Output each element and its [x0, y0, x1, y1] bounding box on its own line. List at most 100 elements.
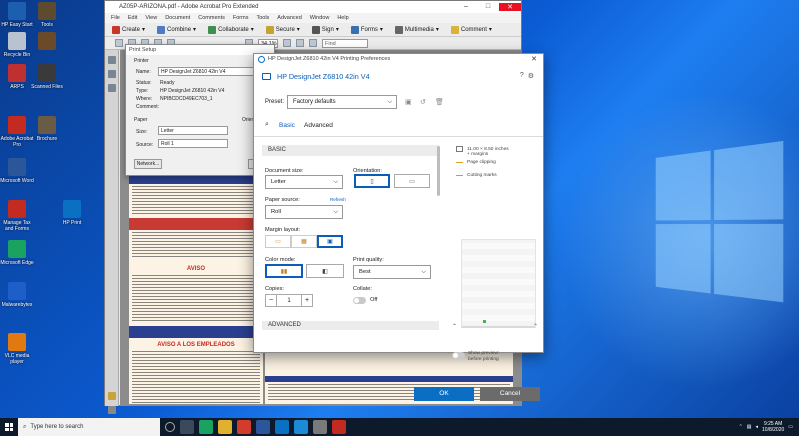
find-input[interactable]: Find — [322, 38, 368, 48]
paper-size-select[interactable]: Letter — [158, 126, 228, 135]
settings-icon[interactable] — [313, 420, 327, 434]
network-button[interactable]: Network... — [134, 159, 162, 169]
menu-help[interactable]: Help — [337, 15, 348, 21]
grayscale-option[interactable]: ◧ — [306, 264, 344, 278]
collaborate-button[interactable]: Collaborate ▾ — [205, 25, 257, 35]
copies-input[interactable]: 1 — [277, 294, 301, 307]
mail-icon[interactable] — [275, 420, 289, 434]
desktop-icon[interactable]: Scanned Files — [30, 64, 64, 90]
multimedia-button[interactable]: Multimedia ▾ — [392, 25, 442, 35]
desktop-icon[interactable]: Recycle Bin — [0, 32, 34, 58]
pages-icon[interactable] — [107, 56, 116, 64]
preset-select[interactable]: Factory defaults ⌵ — [287, 95, 397, 109]
desktop-icon[interactable]: Tools — [30, 2, 64, 28]
acrobat-taskbar-icon[interactable] — [332, 420, 346, 434]
margin-option-oversize[interactable]: ▣ — [317, 235, 343, 248]
combine-button[interactable]: Combine ▾ — [154, 25, 199, 35]
sign-button[interactable]: Sign ▾ — [309, 25, 342, 35]
notifications-icon[interactable]: ▭ — [788, 424, 793, 430]
print-icon[interactable] — [115, 39, 123, 47]
save-preset-icon[interactable]: ▣ — [405, 98, 412, 106]
word-icon[interactable] — [256, 420, 270, 434]
desktop-icon[interactable]: Malwarebytes — [0, 282, 34, 308]
close-icon[interactable]: ✕ — [499, 3, 521, 11]
portrait-option[interactable]: ▯ — [354, 174, 390, 188]
desktop-icon[interactable]: Manage Tax and Forms — [0, 200, 34, 232]
create-button[interactable]: Create ▾ — [109, 25, 148, 35]
desktop-icon[interactable]: VLC media player — [0, 333, 34, 365]
zoom-in-icon[interactable] — [283, 39, 291, 47]
chevron-up-icon[interactable]: ⌃ — [452, 323, 457, 330]
refresh-link[interactable]: Refresh — [330, 197, 346, 202]
desktop-icon-label: Scanned Files — [31, 84, 63, 90]
signatures-icon[interactable] — [107, 84, 116, 92]
menu-window[interactable]: Window — [310, 15, 330, 21]
network-icon[interactable]: ▤ — [747, 424, 752, 430]
desktop-icon[interactable]: Brochure — [30, 116, 64, 142]
scrollbar[interactable] — [437, 146, 440, 196]
fit-page-icon[interactable] — [296, 39, 304, 47]
chevron-up-icon[interactable]: ⌃ — [533, 323, 538, 330]
task-view-icon[interactable] — [180, 420, 194, 434]
desktop-icon[interactable]: Adobe Acrobat Pro — [0, 116, 34, 148]
desktop-icon[interactable] — [30, 32, 64, 52]
file-explorer-icon[interactable] — [218, 420, 232, 434]
volume-icon[interactable]: ◂ — [756, 424, 759, 430]
collate-toggle[interactable] — [353, 297, 366, 304]
ok-button[interactable]: OK — [414, 387, 474, 401]
printer-name-select[interactable]: HP DesignJet Z6810 42in V4 — [158, 67, 254, 76]
reset-icon[interactable]: ↺ — [420, 98, 426, 106]
desktop-icon[interactable]: ARPS — [0, 64, 34, 90]
paper-source-select[interactable]: Roll ⌵ — [265, 205, 343, 219]
margin-option-standard[interactable]: ▭ — [265, 235, 291, 248]
section-basic-header[interactable]: BASIC — [262, 145, 439, 156]
section-advanced-header[interactable]: ADVANCED — [262, 321, 439, 330]
menu-tools[interactable]: Tools — [256, 15, 269, 21]
minimize-icon[interactable]: – — [455, 3, 477, 11]
menu-comments[interactable]: Comments — [198, 15, 225, 21]
forms-button[interactable]: Forms ▾ — [348, 25, 386, 35]
cortana-icon[interactable] — [165, 422, 175, 432]
menu-file[interactable]: File — [111, 15, 120, 21]
menu-document[interactable]: Document — [165, 15, 190, 21]
tab-advanced[interactable]: Advanced — [304, 122, 333, 129]
landscape-option[interactable]: ▭ — [394, 174, 430, 188]
bookmarks-icon[interactable] — [107, 70, 116, 78]
desktop-icon[interactable]: HP Easy Start — [0, 2, 34, 28]
help-icon[interactable]: ? — [520, 72, 524, 80]
search-icon[interactable]: ⌕ — [265, 121, 269, 129]
desktop-icon[interactable]: Microsoft Edge — [0, 240, 34, 266]
document-size-select[interactable]: Letter ⌵ — [265, 175, 343, 189]
chrome-icon[interactable] — [237, 420, 251, 434]
chevron-up-icon[interactable]: ⌃ — [739, 424, 743, 430]
start-button[interactable] — [0, 418, 18, 436]
secure-button[interactable]: Secure ▾ — [263, 25, 303, 35]
decrement-button[interactable]: − — [265, 294, 277, 307]
menu-forms[interactable]: Forms — [233, 15, 249, 21]
attachments-icon[interactable] — [107, 406, 116, 414]
fit-width-icon[interactable] — [309, 39, 317, 47]
taskbar-search[interactable]: ⌕ Type here to search — [18, 418, 160, 436]
desktop-icon[interactable]: HP Print — [55, 200, 89, 226]
menu-edit[interactable]: Edit — [128, 15, 137, 21]
cancel-button[interactable]: Cancel — [480, 387, 540, 401]
gear-icon[interactable]: ⚙ — [528, 72, 534, 80]
tab-basic[interactable]: Basic — [279, 122, 295, 129]
print-quality-select[interactable]: Best ⌵ — [353, 265, 431, 279]
color-option[interactable]: ▮▮ — [265, 264, 303, 278]
margin-option-clip[interactable]: ▦ — [291, 235, 317, 248]
edge-icon[interactable] — [199, 420, 213, 434]
show-preview-toggle[interactable] — [452, 352, 465, 359]
comment-button[interactable]: Comment ▾ — [448, 25, 495, 35]
clock[interactable]: 9:25 AM 10/8/2020 — [762, 421, 784, 433]
paper-source-select[interactable]: Roll 1 — [158, 139, 228, 148]
comments-panel-icon[interactable] — [107, 392, 116, 400]
menu-advanced[interactable]: Advanced — [277, 15, 301, 21]
maximize-icon[interactable]: □ — [477, 3, 499, 11]
increment-button[interactable]: + — [301, 294, 313, 307]
hp-smart-icon[interactable] — [294, 420, 308, 434]
delete-icon[interactable]: 🗑 — [435, 98, 444, 106]
desktop-icon[interactable]: Microsoft Word — [0, 158, 34, 184]
close-icon[interactable]: ✕ — [531, 54, 537, 65]
menu-view[interactable]: View — [145, 15, 157, 21]
